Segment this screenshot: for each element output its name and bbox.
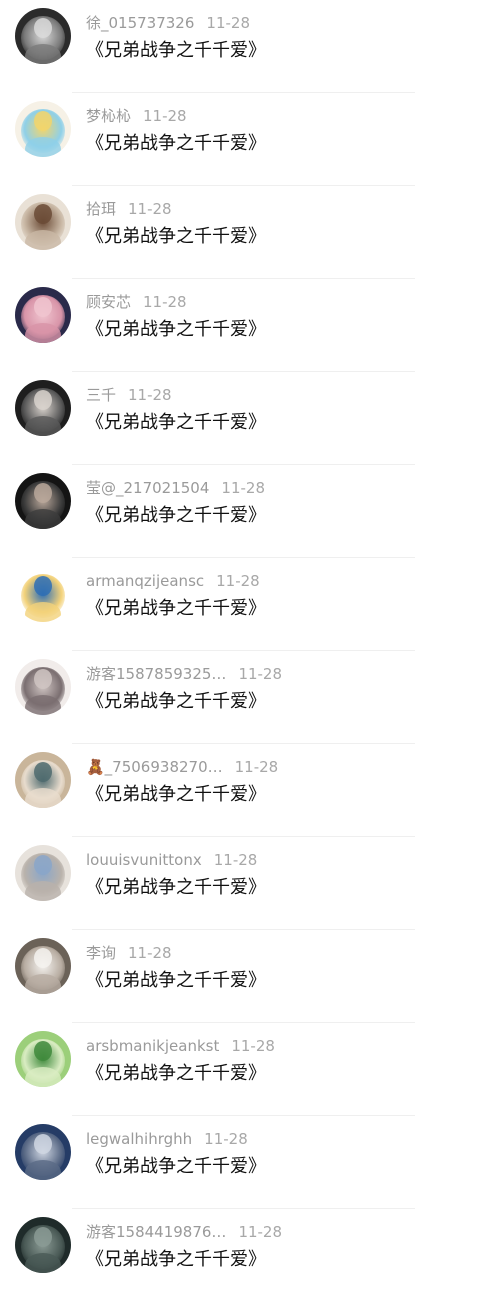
username[interactable]: 李询 bbox=[86, 942, 116, 964]
comment-text: 《兄弟战争之千千爱》 bbox=[86, 1063, 266, 1084]
username[interactable]: 梦杺杺 bbox=[86, 105, 131, 127]
comment-date: 11-28 bbox=[238, 1223, 283, 1241]
avatar-anime-girl-icon[interactable] bbox=[15, 101, 71, 157]
username[interactable]: 🧸_7506938270… bbox=[86, 756, 223, 778]
comment-date: 11-28 bbox=[128, 944, 172, 962]
comment-date: 11-28 bbox=[128, 200, 172, 218]
comment-item[interactable]: 游客1587859325… 11-28 《兄弟战争之千千爱》 bbox=[0, 651, 495, 744]
comment-text: 《兄弟战争之千千爱》 bbox=[86, 970, 266, 991]
avatar-sketch-girl-icon[interactable] bbox=[15, 194, 71, 250]
comment-meta: 梦杺杺 11-28 bbox=[86, 105, 187, 127]
comment-item[interactable]: 徐_015737326 11-28 《兄弟战争之千千爱》 bbox=[0, 0, 495, 93]
comment-text: 《兄弟战争之千千爱》 bbox=[86, 505, 266, 526]
avatar-cartoon-guard-icon[interactable] bbox=[15, 566, 71, 622]
comment-item[interactable]: 莹@_217021504 11-28 《兄弟战争之千千爱》 bbox=[0, 465, 495, 558]
comment-text: 《兄弟战争之千千爱》 bbox=[86, 226, 266, 247]
avatar-white-hair-girl-icon[interactable] bbox=[15, 659, 71, 715]
comment-item[interactable]: legwalhihrghh 11-28 《兄弟战争之千千爱》 bbox=[0, 1116, 495, 1209]
avatar-girl-lying-icon[interactable] bbox=[15, 845, 71, 901]
avatar-two-kids-icon[interactable] bbox=[15, 752, 71, 808]
comment-text: 《兄弟战争之千千爱》 bbox=[86, 877, 266, 898]
comment-text: 《兄弟战争之千千爱》 bbox=[86, 691, 266, 712]
username[interactable]: 莹@_217021504 bbox=[86, 477, 209, 499]
username[interactable]: armanqzijeansc bbox=[86, 570, 204, 592]
username[interactable]: 三千 bbox=[86, 384, 116, 406]
comment-meta: 三千 11-28 bbox=[86, 384, 172, 406]
comment-meta: 游客1584419876… 11-28 bbox=[86, 1221, 282, 1243]
comment-date: 11-28 bbox=[128, 386, 172, 404]
comment-meta: 顾安芯 11-28 bbox=[86, 291, 187, 313]
comment-meta: louuisvunittonx 11-28 bbox=[86, 849, 257, 871]
username[interactable]: 游客1587859325… bbox=[86, 663, 226, 685]
comment-meta: 莹@_217021504 11-28 bbox=[86, 477, 265, 499]
comment-date: 11-28 bbox=[221, 479, 265, 497]
comment-item[interactable]: armanqzijeansc 11-28 《兄弟战争之千千爱》 bbox=[0, 558, 495, 651]
comment-item[interactable]: louuisvunittonx 11-28 《兄弟战争之千千爱》 bbox=[0, 837, 495, 930]
avatar-totoro-icon[interactable] bbox=[15, 1217, 71, 1273]
comment-date: 11-28 bbox=[206, 14, 250, 32]
avatar-dolls-icon[interactable] bbox=[15, 8, 71, 64]
comment-text: 《兄弟战争之千千爱》 bbox=[86, 1156, 266, 1177]
comment-text: 《兄弟战争之千千爱》 bbox=[86, 133, 266, 154]
avatar-green-leaf-icon[interactable] bbox=[15, 1031, 71, 1087]
comment-text: 《兄弟战争之千千爱》 bbox=[86, 319, 266, 340]
comment-text: 《兄弟战争之千千爱》 bbox=[86, 1249, 266, 1270]
comment-item[interactable]: 🧸_7506938270… 11-28 《兄弟战争之千千爱》 bbox=[0, 744, 495, 837]
comment-date: 11-28 bbox=[234, 758, 279, 776]
username[interactable]: 游客1584419876… bbox=[86, 1221, 226, 1243]
comment-date: 11-28 bbox=[204, 1130, 248, 1148]
comment-item[interactable]: 游客1584419876… 11-28 《兄弟战争之千千爱》 bbox=[0, 1209, 495, 1302]
comment-list: 徐_015737326 11-28 《兄弟战争之千千爱》 梦杺杺 11-28 《兄弟战争之… bbox=[0, 0, 495, 1280]
comment-meta: legwalhihrghh 11-28 bbox=[86, 1128, 248, 1150]
avatar-pink-girl-icon[interactable] bbox=[15, 287, 71, 343]
comment-item[interactable]: 三千 11-28 《兄弟战争之千千爱》 bbox=[0, 372, 495, 465]
comment-meta: 拾珥 11-28 bbox=[86, 198, 172, 220]
comment-meta: 🧸_7506938270… 11-28 bbox=[86, 756, 278, 778]
comment-meta: 徐_015737326 11-28 bbox=[86, 12, 250, 34]
comment-date: 11-28 bbox=[143, 293, 187, 311]
avatar-snow-leopard-icon[interactable] bbox=[15, 1124, 71, 1180]
username[interactable]: arsbmanikjeankst bbox=[86, 1035, 219, 1057]
comment-item[interactable]: 李询 11-28 《兄弟战争之千千爱》 bbox=[0, 930, 495, 1023]
avatar-dark-portrait-icon[interactable] bbox=[15, 380, 71, 436]
comment-meta: 游客1587859325… 11-28 bbox=[86, 663, 282, 685]
comment-date: 11-28 bbox=[213, 851, 258, 869]
comment-item[interactable]: 梦杺杺 11-28 《兄弟战争之千千爱》 bbox=[0, 93, 495, 186]
username[interactable]: legwalhihrghh bbox=[86, 1128, 192, 1150]
comment-meta: armanqzijeansc 11-28 bbox=[86, 570, 260, 592]
avatar-white-cat-icon[interactable] bbox=[15, 938, 71, 994]
username[interactable]: 徐_015737326 bbox=[86, 12, 194, 34]
comment-text: 《兄弟战争之千千爱》 bbox=[86, 784, 266, 805]
comment-date: 11-28 bbox=[238, 665, 283, 683]
comment-text: 《兄弟战争之千千爱》 bbox=[86, 598, 266, 619]
comment-meta: 李询 11-28 bbox=[86, 942, 172, 964]
comment-date: 11-28 bbox=[216, 572, 260, 590]
username[interactable]: 顾安芯 bbox=[86, 291, 131, 313]
comment-date: 11-28 bbox=[231, 1037, 275, 1055]
comment-meta: arsbmanikjeankst 11-28 bbox=[86, 1035, 275, 1057]
avatar-dark-couple-icon[interactable] bbox=[15, 473, 71, 529]
username[interactable]: 拾珥 bbox=[86, 198, 116, 220]
comment-text: 《兄弟战争之千千爱》 bbox=[86, 412, 266, 433]
comment-date: 11-28 bbox=[143, 107, 187, 125]
username[interactable]: louuisvunittonx bbox=[86, 849, 202, 871]
comment-text: 《兄弟战争之千千爱》 bbox=[86, 40, 266, 61]
comment-item[interactable]: 拾珥 11-28 《兄弟战争之千千爱》 bbox=[0, 186, 495, 279]
comment-item[interactable]: arsbmanikjeankst 11-28 《兄弟战争之千千爱》 bbox=[0, 1023, 495, 1116]
comment-item[interactable]: 顾安芯 11-28 《兄弟战争之千千爱》 bbox=[0, 279, 495, 372]
